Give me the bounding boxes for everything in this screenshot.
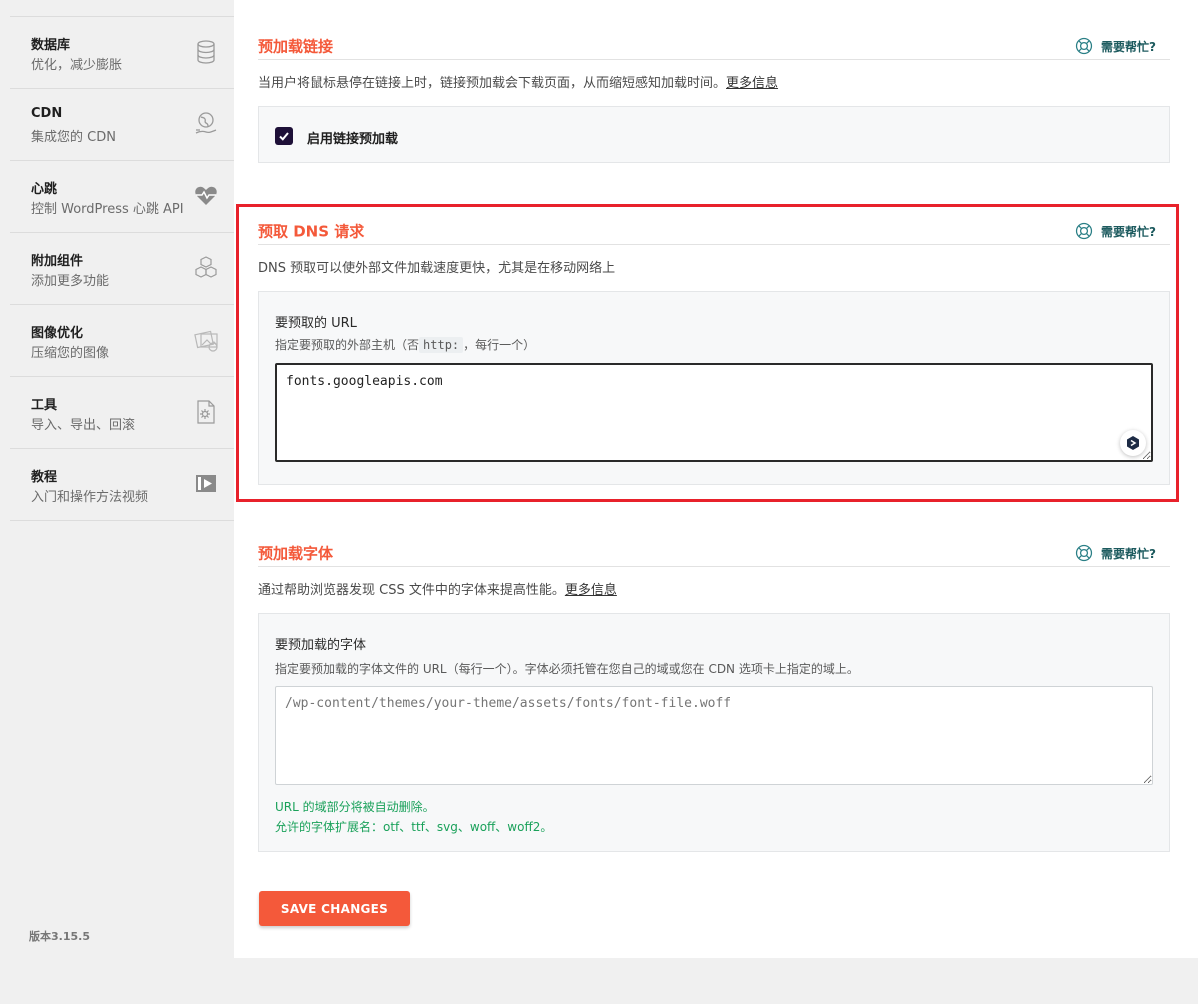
sidebar-item-database[interactable]: 数据库 优化，减少膨胀 <box>10 17 234 89</box>
section-header: 预加载链接 需要帮忙? <box>258 10 1170 60</box>
database-icon <box>197 40 215 64</box>
grammarly-logo-icon <box>1127 436 1139 450</box>
font-preload-section: 预加载字体 需要帮忙? 通过帮助浏览器发现 CSS 文件中的字体来提高性能。更多… <box>258 517 1170 852</box>
hint-text-end: ，每行一个） <box>463 338 536 352</box>
sidebar-item-cdn[interactable]: CDN 集成您的 CDN <box>10 89 234 161</box>
lifebuoy-icon <box>1075 37 1093 55</box>
sidebar-item-image-optimization[interactable]: 图像优化 压缩您的图像 <box>10 305 234 377</box>
description-text: DNS 预取可以使外部文件加载速度更快，尤其是在移动网络上 <box>258 261 616 276</box>
checkmark-icon <box>279 132 289 141</box>
enable-link-preload-checkbox[interactable] <box>275 127 293 145</box>
field-hint: 指定要预加载的字体文件的 URL（每行一个）。字体必须托管在您自己的域或您在 C… <box>275 662 859 676</box>
sidebar-item-title: CDN <box>31 106 63 121</box>
domain-removal-note: URL 的域部分将被自动删除。 <box>275 800 435 814</box>
sidebar-item-title: 数据库 <box>31 38 71 53</box>
sidebar-item-subtitle: 添加更多功能 <box>31 274 110 289</box>
dns-prefetch-urls-textarea[interactable]: fonts.googleapis.com <box>275 363 1153 462</box>
field-title: 要预加载的字体 <box>275 638 367 653</box>
sidebar-item-subtitle: 控制 WordPress 心跳 API <box>31 202 184 217</box>
video-play-icon <box>196 475 216 492</box>
addons-cubes-icon <box>195 256 217 278</box>
sidebar-item-subtitle: 优化，减少膨胀 <box>31 58 123 73</box>
option-box: 要预加载的字体 指定要预加载的字体文件的 URL（每行一个）。字体必须托管在您自… <box>258 613 1170 852</box>
dns-prefetch-section: 预取 DNS 请求 需要帮忙? DNS 预取可以使外部文件加载速度更快，尤其是在… <box>258 195 1170 485</box>
section-header: 预取 DNS 请求 需要帮忙? <box>258 195 1170 245</box>
sidebar-item-subtitle: 压缩您的图像 <box>31 346 110 361</box>
section-title: 预加载链接 <box>258 37 334 56</box>
section-description: DNS 预取可以使外部文件加载速度更快，尤其是在移动网络上 <box>258 257 1170 277</box>
image-optimization-icon <box>194 330 218 352</box>
checkbox-label[interactable]: 启用链接预加载 <box>307 128 398 147</box>
description-text: 通过帮助浏览器发现 CSS 文件中的字体来提高性能。 <box>258 583 565 598</box>
sidebar-item-title: 图像优化 <box>31 326 84 341</box>
hint-text: 指定要预取的外部主机（否 <box>275 338 420 352</box>
section-description: 通过帮助浏览器发现 CSS 文件中的字体来提高性能。更多信息 <box>258 579 1170 599</box>
help-link[interactable]: 需要帮忙? <box>1075 544 1156 562</box>
preload-fonts-textarea[interactable] <box>275 686 1153 785</box>
grammarly-icon[interactable] <box>1120 430 1146 456</box>
section-title: 预加载字体 <box>258 544 334 563</box>
link-preload-section: 预加载链接 需要帮忙? 当用户将鼠标悬停在链接上时，链接预加载会下载页面，从而缩… <box>258 10 1170 163</box>
heartbeat-icon <box>195 186 217 205</box>
sidebar-item-title: 工具 <box>31 398 58 413</box>
help-text: 需要帮忙? <box>1101 39 1156 54</box>
allowed-extensions-note: 允许的字体扩展名：otf、ttf、svg、woff、woff2。 <box>275 820 553 834</box>
sidebar-item-title: 心跳 <box>31 182 58 197</box>
tools-icon <box>197 400 215 424</box>
sidebar-item-tutorials[interactable]: 教程 入门和操作方法视频 <box>10 449 234 521</box>
lifebuoy-icon <box>1075 222 1093 240</box>
help-text: 需要帮忙? <box>1101 546 1156 561</box>
option-box: 启用链接预加载 <box>258 106 1170 163</box>
sidebar: 数据库 优化，减少膨胀 CDN 集成您的 CDN 心跳 控制 WordPress… <box>0 0 234 1004</box>
main-panel: 预加载链接 需要帮忙? 当用户将鼠标悬停在链接上时，链接预加载会下载页面，从而缩… <box>234 0 1198 958</box>
help-text: 需要帮忙? <box>1101 224 1156 239</box>
section-description: 当用户将鼠标悬停在链接上时，链接预加载会下载页面，从而缩短感知加载时间。更多信息 <box>258 72 1170 92</box>
section-header: 预加载字体 需要帮忙? <box>258 517 1170 567</box>
sidebar-item-heartbeat[interactable]: 心跳 控制 WordPress 心跳 API <box>10 161 234 233</box>
more-info-link[interactable]: 更多信息 <box>565 583 617 598</box>
lifebuoy-icon <box>1075 544 1093 562</box>
help-link[interactable]: 需要帮忙? <box>1075 222 1156 240</box>
option-box: 要预取的 URL 指定要预取的外部主机（否 http: ，每行一个） fonts.g… <box>258 291 1170 485</box>
sidebar-item-title: 教程 <box>31 470 58 485</box>
cdn-globe-hand-icon <box>195 112 217 134</box>
help-link[interactable]: 需要帮忙? <box>1075 37 1156 55</box>
sidebar-item-addons[interactable]: 附加组件 添加更多功能 <box>10 233 234 305</box>
sidebar-item-subtitle: 集成您的 CDN <box>31 130 116 145</box>
version-label: 版本3.15.5 <box>29 930 90 943</box>
more-info-link[interactable]: 更多信息 <box>726 76 778 91</box>
section-title: 预取 DNS 请求 <box>258 222 365 241</box>
hint-code: http: <box>419 337 464 353</box>
field-hint: 指定要预取的外部主机（否 http: ，每行一个） <box>275 336 535 353</box>
sidebar-item-title: 附加组件 <box>31 254 84 269</box>
sidebar-item-tools[interactable]: 工具 导入、导出、回滚 <box>10 377 234 449</box>
save-changes-button[interactable]: SAVE CHANGES <box>259 891 410 926</box>
sidebar-item-subtitle: 导入、导出、回滚 <box>31 418 136 433</box>
sidebar-item-subtitle: 入门和操作方法视频 <box>31 490 149 505</box>
field-title: 要预取的 URL <box>275 316 357 331</box>
description-text: 当用户将鼠标悬停在链接上时，链接预加载会下载页面，从而缩短感知加载时间。 <box>258 76 727 91</box>
